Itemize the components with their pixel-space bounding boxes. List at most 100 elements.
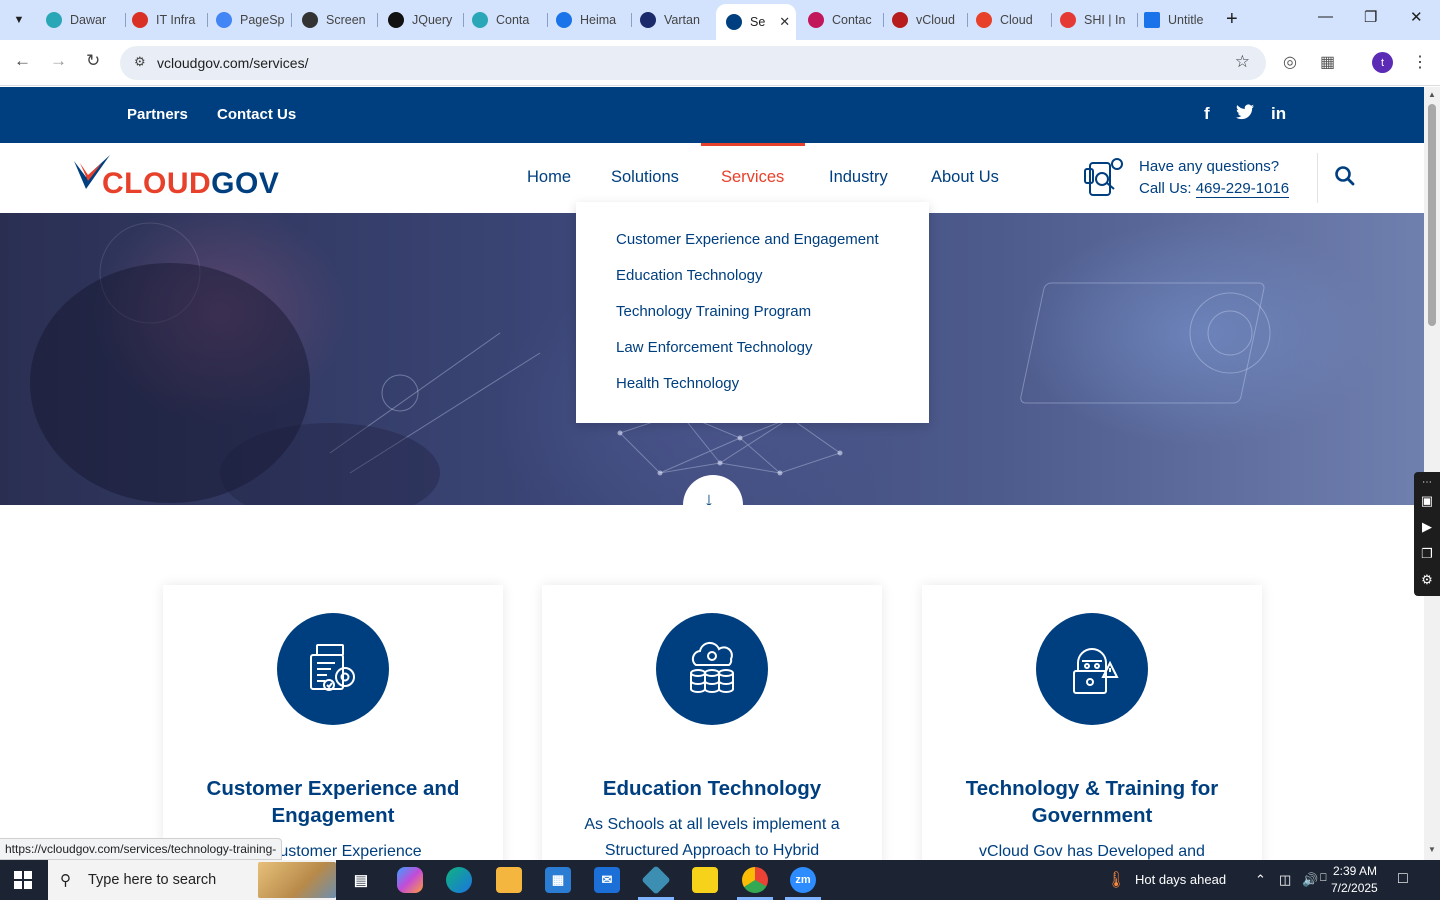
- tab-search-button[interactable]: ▼: [6, 7, 32, 33]
- file-explorer-icon[interactable]: [496, 867, 522, 893]
- card-body: vCloud Gov has Developed and: [942, 839, 1242, 860]
- app-diamond-icon[interactable]: [641, 865, 671, 895]
- service-card[interactable]: Technology & Training for Government vCl…: [922, 585, 1262, 860]
- close-icon[interactable]: ✕: [779, 14, 790, 30]
- logo-part-cloud: CLOUD: [102, 167, 212, 200]
- browser-tab-strip: ▼ Dawar IT Infra PageSp Screen JQuery Co…: [0, 0, 1440, 40]
- phone-number-link[interactable]: 469-229-1016: [1195, 180, 1290, 198]
- new-tab-button[interactable]: +: [1226, 9, 1238, 29]
- windows-start-icon[interactable]: [14, 871, 32, 889]
- browser-tab[interactable]: JQuery: [388, 6, 464, 34]
- scroll-thumb[interactable]: [1428, 104, 1436, 326]
- translate-icon[interactable]: ◎: [1283, 52, 1297, 72]
- reload-icon[interactable]: ↻: [86, 51, 100, 71]
- browser-tab[interactable]: Cloud: [976, 6, 1052, 34]
- card-title[interactable]: Education Technology: [562, 775, 862, 802]
- dropdown-item-customer-experience[interactable]: Customer Experience and Engagement: [616, 231, 879, 248]
- address-bar[interactable]: ⚙ vcloudgov.com/services/ ☆: [120, 46, 1266, 80]
- facebook-icon[interactable]: f: [1204, 104, 1210, 124]
- browser-tab[interactable]: Untitle: [1144, 6, 1216, 34]
- tab-favicon-icon: [808, 12, 824, 28]
- notification-icon[interactable]: □: [1398, 870, 1408, 888]
- header-divider: [1317, 153, 1318, 203]
- bookmark-star-icon[interactable]: ☆: [1235, 52, 1250, 72]
- scroll-down-icon[interactable]: ▼: [1428, 845, 1436, 854]
- partners-link[interactable]: Partners: [127, 106, 188, 123]
- browser-tab[interactable]: Dawar: [46, 6, 126, 34]
- menu-services[interactable]: Services: [721, 168, 784, 187]
- tab-favicon-icon: [1144, 12, 1160, 28]
- tab-favicon-icon: [640, 12, 656, 28]
- menu-dots-icon[interactable]: ⋮: [1412, 52, 1428, 72]
- profile-avatar[interactable]: t: [1372, 52, 1393, 73]
- forward-icon[interactable]: →: [50, 51, 67, 71]
- extensions-icon[interactable]: ▦: [1320, 52, 1335, 72]
- dropdown-item-law-enforcement[interactable]: Law Enforcement Technology: [616, 339, 813, 356]
- task-view-icon[interactable]: ▤: [348, 867, 374, 893]
- contact-us-link[interactable]: Contact Us: [217, 106, 296, 123]
- browser-tab[interactable]: Vartan: [640, 6, 712, 34]
- menu-solutions[interactable]: Solutions: [611, 168, 679, 187]
- card-title[interactable]: Customer Experience and Engagement: [183, 775, 483, 829]
- browser-tab[interactable]: Heima: [556, 6, 632, 34]
- tab-favicon-icon: [556, 12, 572, 28]
- browser-tab[interactable]: vCloud: [892, 6, 968, 34]
- minimize-icon[interactable]: —: [1318, 8, 1333, 25]
- url-text[interactable]: vcloudgov.com/services/: [157, 55, 308, 71]
- dropdown-item-technology-training[interactable]: Technology Training Program: [616, 303, 811, 320]
- twitter-icon[interactable]: [1236, 104, 1254, 125]
- menu-home[interactable]: Home: [527, 168, 571, 187]
- restore-icon[interactable]: ❐: [1364, 8, 1377, 26]
- window-icon[interactable]: ❐: [1419, 547, 1435, 561]
- search-highlight-art: [258, 862, 336, 898]
- site-info-icon[interactable]: ⚙: [134, 54, 146, 70]
- chrome-icon[interactable]: [742, 867, 768, 893]
- zoom-icon[interactable]: zm: [790, 867, 816, 893]
- browser-tab[interactable]: PageSp: [216, 6, 292, 34]
- clock-date[interactable]: 7/2/2025: [1331, 881, 1378, 895]
- microsoft-store-icon[interactable]: ▦: [545, 867, 571, 893]
- back-icon[interactable]: ←: [14, 51, 31, 71]
- weather-text[interactable]: Hot days ahead: [1135, 872, 1226, 887]
- close-window-icon[interactable]: ✕: [1410, 8, 1423, 26]
- search-icon[interactable]: [1334, 165, 1356, 187]
- more-options-icon[interactable]: ⋯: [1419, 476, 1435, 490]
- dropdown-item-health-technology[interactable]: Health Technology: [616, 375, 739, 392]
- browser-tab[interactable]: Screen: [302, 6, 378, 34]
- thermometer-icon[interactable]: 🌡: [1106, 870, 1126, 890]
- linkedin-icon[interactable]: in: [1271, 104, 1286, 124]
- video-icon[interactable]: ▶: [1419, 520, 1435, 534]
- cloudgov-logo[interactable]: CLOUDGOV: [72, 155, 279, 200]
- browser-tab[interactable]: Conta: [472, 6, 548, 34]
- copilot-icon[interactable]: [397, 867, 423, 893]
- browser-tab[interactable]: SHI | In: [1060, 6, 1138, 34]
- sticky-notes-icon[interactable]: [692, 867, 718, 893]
- chevron-up-icon[interactable]: ⌃: [1255, 872, 1266, 888]
- menu-industry[interactable]: Industry: [829, 168, 888, 187]
- ime-icon[interactable]: ⎕: [1320, 872, 1327, 885]
- site-topbar: Partners Contact Us f in: [0, 87, 1424, 143]
- card-body-line: Structured Approach to Hybrid: [604, 842, 820, 859]
- scroll-up-icon[interactable]: ▲: [1428, 90, 1436, 99]
- tab-label: IT Infra: [156, 13, 196, 27]
- clock-time[interactable]: 2:39 AM: [1333, 864, 1377, 878]
- menu-about-us[interactable]: About Us: [931, 168, 999, 187]
- tab-favicon-icon: [472, 12, 488, 28]
- call-prefix: Call Us:: [1139, 180, 1196, 197]
- edge-browser-icon[interactable]: [446, 867, 472, 893]
- service-card[interactable]: Customer Experience and Engagement y's C…: [163, 585, 503, 860]
- camera-icon[interactable]: ▣: [1419, 494, 1435, 508]
- network-icon[interactable]: ◫: [1279, 872, 1291, 888]
- browser-tab[interactable]: Contac: [808, 6, 884, 34]
- dropdown-item-education-technology[interactable]: Education Technology: [616, 267, 763, 284]
- taskbar-search-placeholder: Type here to search: [88, 872, 217, 888]
- card-title-line: Technology & Training for: [965, 777, 1219, 800]
- hacker-laptop-icon: [1036, 613, 1148, 725]
- service-card[interactable]: Education Technology As Schools at all l…: [542, 585, 882, 860]
- volume-icon[interactable]: 🔊: [1302, 872, 1318, 888]
- browser-tab-active[interactable]: Se ✕: [716, 4, 796, 40]
- card-title[interactable]: Technology & Training for Government: [942, 775, 1242, 829]
- settings-gear-icon[interactable]: ⚙: [1419, 573, 1435, 587]
- browser-tab[interactable]: IT Infra: [132, 6, 208, 34]
- mail-icon[interactable]: ✉: [594, 867, 620, 893]
